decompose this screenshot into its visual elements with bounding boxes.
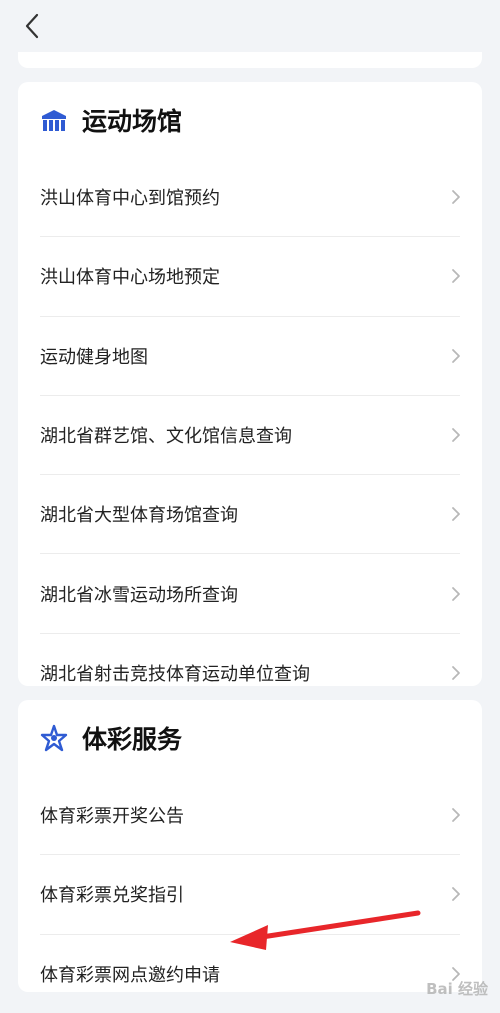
list-item-label: 洪山体育中心场地预定 — [40, 267, 220, 289]
chevron-right-icon — [452, 190, 460, 205]
venues-list: 洪山体育中心到馆预约 洪山体育中心场地预定 运动健身地图湖北省群艺馆、文化馆信息查询… — [18, 158, 482, 686]
lottery-list: 体育彩票开奖公告 体育彩票兑奖指引体育彩票网点邀约申请 — [18, 776, 482, 992]
lottery-list-item[interactable]: 体育彩票兑奖指引 — [18, 855, 482, 933]
list-item-label: 湖北省大型体育场馆查询 — [40, 505, 238, 527]
lottery-list-item[interactable]: 体育彩票网点邀约申请 — [18, 935, 482, 992]
list-item-label: 湖北省冰雪运动场所查询 — [40, 584, 238, 606]
lottery-card: 体彩服务 体育彩票开奖公告 体育彩票兑奖指引体育彩票网点邀约申请 — [18, 700, 482, 992]
venues-list-item[interactable]: 湖北省射击竞技体育运动单位查询 — [18, 634, 482, 686]
chevron-right-icon — [452, 666, 460, 680]
venues-header: 运动场馆 — [18, 82, 482, 158]
venues-list-item[interactable]: 洪山体育中心场地预定 — [18, 237, 482, 315]
watermark: Bai 经验 — [426, 980, 488, 998]
list-item-label: 洪山体育中心到馆预约 — [40, 188, 220, 210]
list-item-label: 运动健身地图 — [40, 346, 148, 368]
back-button[interactable] — [16, 10, 48, 42]
venues-list-item[interactable]: 湖北省大型体育场馆查询 — [18, 475, 482, 553]
venues-list-item[interactable]: 湖北省群艺馆、文化馆信息查询 — [18, 396, 482, 474]
list-item-label: 体育彩票兑奖指引 — [40, 885, 184, 907]
chevron-right-icon — [452, 507, 460, 522]
list-item-label: 湖北省群艺馆、文化馆信息查询 — [40, 426, 292, 448]
list-item-label: 体育彩票网点邀约申请 — [40, 964, 220, 986]
lottery-star-icon — [40, 724, 68, 752]
lottery-header: 体彩服务 — [18, 700, 482, 776]
chevron-right-icon — [452, 808, 460, 823]
venues-title: 运动场馆 — [82, 107, 183, 136]
chevron-right-icon — [452, 348, 460, 363]
chevron-right-icon — [452, 269, 460, 284]
chevron-right-icon — [452, 887, 460, 902]
list-item-label: 湖北省射击竞技体育运动单位查询 — [40, 663, 310, 685]
lottery-list-item[interactable]: 体育彩票开奖公告 — [18, 776, 482, 854]
venues-list-item[interactable]: 湖北省冰雪运动场所查询 — [18, 554, 482, 632]
venues-list-item[interactable]: 运动健身地图 — [18, 317, 482, 395]
top-nav-bar — [0, 0, 500, 52]
previous-card-bottom — [18, 52, 482, 68]
chevron-right-icon — [452, 586, 460, 601]
stadium-icon — [40, 106, 68, 134]
venues-card: 运动场馆 洪山体育中心到馆预约 洪山体育中心场地预定 运动健身地图湖北省群艺馆、文化… — [18, 82, 482, 686]
lottery-title: 体彩服务 — [82, 725, 183, 754]
list-item-label: 体育彩票开奖公告 — [40, 806, 184, 828]
chevron-left-icon — [25, 13, 39, 39]
chevron-right-icon — [452, 428, 460, 442]
venues-list-item[interactable]: 洪山体育中心到馆预约 — [18, 158, 482, 236]
